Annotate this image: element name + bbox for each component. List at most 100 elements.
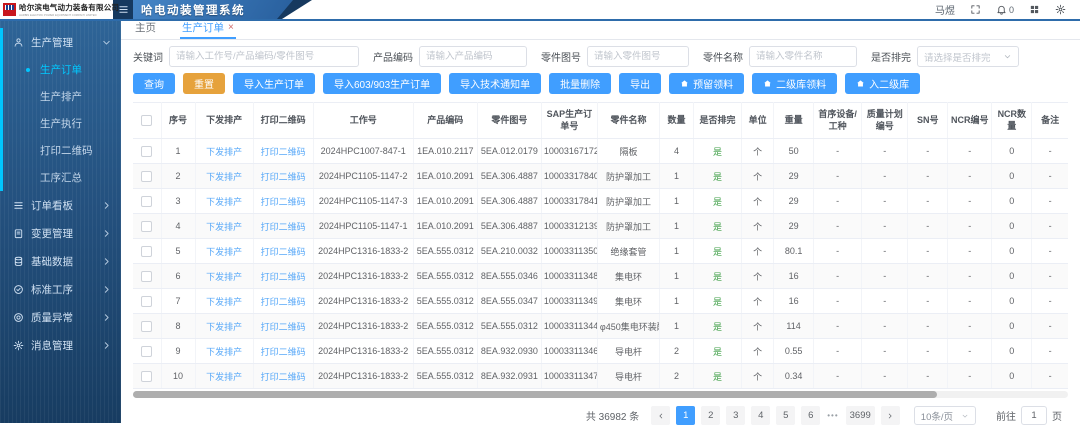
cell: 个 — [742, 364, 774, 389]
tab-home[interactable]: 主页 — [133, 18, 158, 39]
page-button-6[interactable]: 6 — [801, 406, 820, 425]
tab-production-order[interactable]: 生产订单 × — [180, 18, 236, 39]
action-button-8[interactable]: 二级库领料 — [752, 73, 837, 94]
cell: - — [862, 264, 908, 289]
dispatch-link[interactable]: 下发排产 — [206, 197, 242, 207]
next-page-button[interactable] — [881, 406, 900, 425]
print-qr-link[interactable]: 打印二维码 — [261, 272, 306, 282]
horizontal-scrollbar[interactable] — [133, 391, 1068, 398]
dispatch-link[interactable]: 下发排产 — [206, 347, 242, 357]
apps-grid-icon[interactable] — [1029, 4, 1040, 15]
row-checkbox[interactable] — [141, 196, 152, 207]
row-checkbox[interactable] — [141, 171, 152, 182]
user-name[interactable]: 马煜 — [935, 2, 955, 17]
print-qr-link[interactable]: 打印二维码 — [261, 197, 306, 207]
goto-page-input[interactable] — [1021, 406, 1047, 425]
notification-button[interactable]: 0 — [996, 4, 1014, 15]
chevron-right-icon — [101, 228, 112, 239]
dispatch-link[interactable]: 下发排产 — [206, 172, 242, 182]
print-qr-link[interactable]: 打印二维码 — [261, 147, 306, 157]
dispatch-link[interactable]: 下发排产 — [206, 297, 242, 307]
tab-close-icon[interactable]: × — [228, 23, 234, 33]
row-checkbox[interactable] — [141, 221, 152, 232]
cell: 个 — [742, 214, 774, 239]
dispatch-link[interactable]: 下发排产 — [206, 372, 242, 382]
settings-gear-icon[interactable] — [1055, 4, 1066, 15]
sidebar-subitem-0-1[interactable]: 生产排产 — [3, 83, 121, 110]
company-logo-icon — [3, 3, 16, 16]
scrollbar-thumb[interactable] — [133, 391, 937, 398]
row-checkbox[interactable] — [141, 271, 152, 282]
sidebar-item-3[interactable]: 基础数据 — [0, 247, 121, 275]
sidebar-item-6[interactable]: 消息管理 — [0, 331, 121, 359]
row-checkbox[interactable] — [141, 321, 152, 332]
row-checkbox[interactable] — [141, 371, 152, 382]
page-button-5[interactable]: 5 — [776, 406, 795, 425]
row-checkbox[interactable] — [141, 246, 152, 257]
column-header-label: 零件图号 — [491, 115, 527, 125]
dispatch-link[interactable]: 下发排产 — [206, 247, 242, 257]
action-button-5[interactable]: 批量删除 — [549, 73, 611, 94]
action-button-3[interactable]: 导入603/903生产订单 — [323, 73, 441, 94]
filter-input-1[interactable] — [419, 46, 527, 67]
cell: 4 — [659, 139, 693, 164]
sidebar-item-2[interactable]: 变更管理 — [0, 219, 121, 247]
action-button-6[interactable]: 导出 — [619, 73, 661, 94]
sidebar-collapse-icon[interactable] — [118, 4, 129, 15]
sidebar-item-5[interactable]: 质量异常 — [0, 303, 121, 331]
page-button-last[interactable]: 3699 — [846, 406, 875, 425]
column-header-label: 单位 — [749, 115, 767, 125]
print-qr-link[interactable]: 打印二维码 — [261, 372, 306, 382]
action-button-9[interactable]: 入二级库 — [845, 73, 920, 94]
filter-input-2[interactable] — [587, 46, 689, 67]
dispatch-link[interactable]: 下发排产 — [206, 322, 242, 332]
goto-suffix: 页 — [1052, 408, 1062, 423]
sidebar-subitem-0-2[interactable]: 生产执行 — [3, 110, 121, 137]
page-button-4[interactable]: 4 — [751, 406, 770, 425]
action-button-7[interactable]: 预留领料 — [669, 73, 744, 94]
print-qr-link[interactable]: 打印二维码 — [261, 222, 306, 232]
row-checkbox[interactable] — [141, 346, 152, 357]
print-qr-link[interactable]: 打印二维码 — [261, 322, 306, 332]
page-button-3[interactable]: 3 — [726, 406, 745, 425]
header-checkbox[interactable] — [141, 115, 152, 126]
cell: 是 — [694, 364, 742, 389]
action-button-2[interactable]: 导入生产订单 — [233, 73, 315, 94]
dispatch-link[interactable]: 下发排产 — [206, 147, 242, 157]
sidebar-item-1[interactable]: 订单看板 — [0, 191, 121, 219]
action-button-4[interactable]: 导入技术通知单 — [449, 73, 541, 94]
page-button-1[interactable]: 1 — [676, 406, 695, 425]
scheduled-filter-select[interactable]: 请选择是否排完 — [917, 46, 1019, 67]
cell: 1 — [659, 289, 693, 314]
row-checkbox[interactable] — [141, 296, 152, 307]
dispatch-link[interactable]: 下发排产 — [206, 272, 242, 282]
filter-input-0[interactable] — [169, 46, 359, 67]
print-qr-link[interactable]: 打印二维码 — [261, 247, 306, 257]
sidebar-item-4[interactable]: 标准工序 — [0, 275, 121, 303]
sidebar-item-0[interactable]: 生产管理 — [3, 28, 121, 56]
prev-page-button[interactable] — [651, 406, 670, 425]
print-qr-link[interactable]: 打印二维码 — [261, 347, 306, 357]
sidebar-subitem-0-0[interactable]: 生产订单 — [3, 56, 121, 83]
fullscreen-icon[interactable] — [970, 4, 981, 15]
cell: 8EA.555.0346 — [477, 264, 541, 289]
cell: 5EA.555.0312 — [413, 339, 477, 364]
print-qr-link[interactable]: 打印二维码 — [261, 297, 306, 307]
action-button-0[interactable]: 查询 — [133, 73, 175, 94]
sidebar-subitem-0-3[interactable]: 打印二维码 — [3, 137, 121, 164]
cell: 1 — [659, 314, 693, 339]
dispatch-cell: 下发排产 — [195, 339, 253, 364]
cell: - — [948, 239, 992, 264]
filter-input-3[interactable] — [749, 46, 857, 67]
dispatch-link[interactable]: 下发排产 — [206, 222, 242, 232]
cell: 1 — [659, 164, 693, 189]
action-button-1[interactable]: 重置 — [183, 73, 225, 94]
print-qr-link[interactable]: 打印二维码 — [261, 172, 306, 182]
page-size-select[interactable]: 10条/页 — [914, 406, 976, 425]
pagination-ellipsis[interactable]: ••• — [826, 411, 839, 420]
sidebar-subitem-0-4[interactable]: 工序汇总 — [3, 164, 121, 191]
row-checkbox[interactable] — [141, 146, 152, 157]
cell: 114 — [774, 314, 814, 339]
active-bullet-icon — [26, 68, 30, 72]
page-button-2[interactable]: 2 — [701, 406, 720, 425]
